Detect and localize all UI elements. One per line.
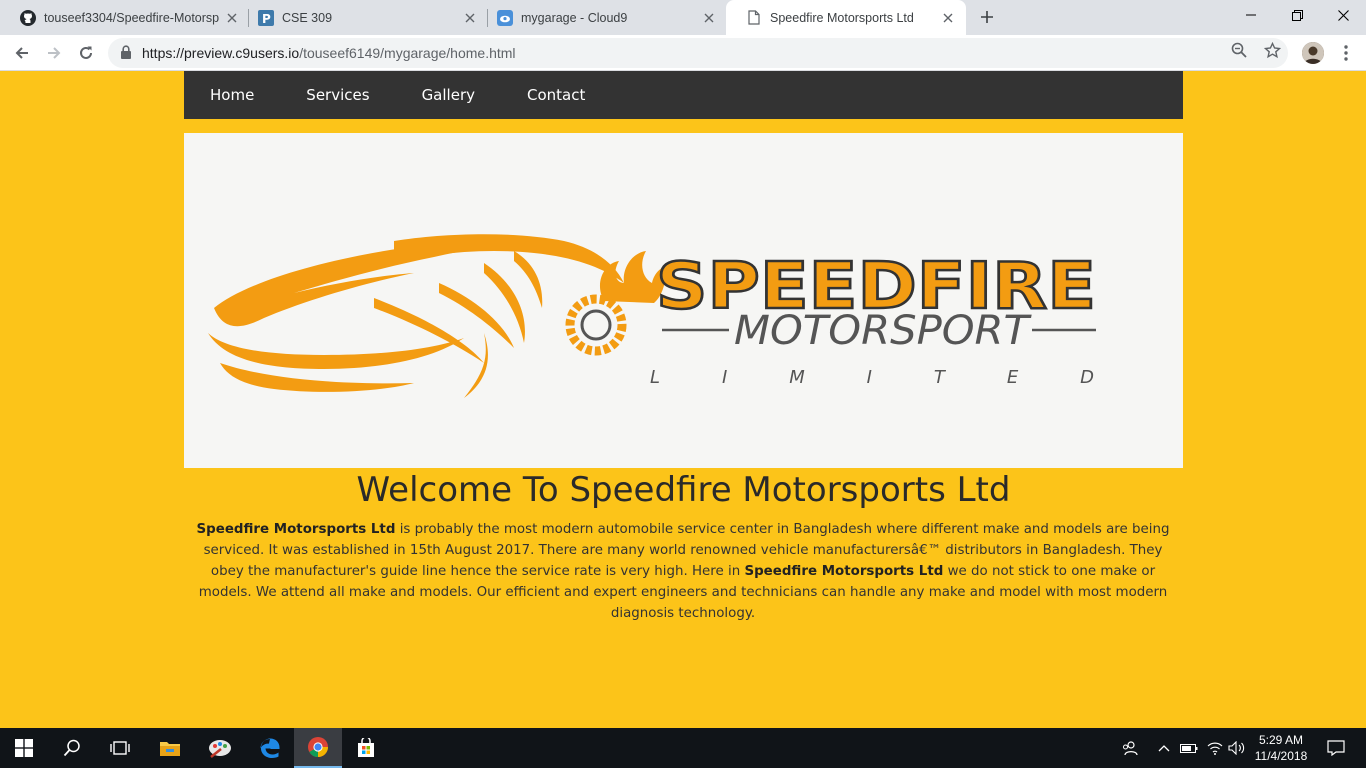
bookmark-star-icon[interactable]: [1262, 40, 1282, 60]
restore-button[interactable]: [1274, 0, 1320, 30]
store-icon[interactable]: [342, 728, 390, 768]
task-view-icon[interactable]: [96, 728, 144, 768]
close-window-button[interactable]: [1320, 0, 1366, 30]
wifi-icon[interactable]: [1204, 728, 1226, 768]
tab-cloud9[interactable]: mygarage - Cloud9: [477, 0, 727, 35]
tab-title: CSE 309: [282, 10, 333, 25]
system-clock[interactable]: 5:29 AM 11/4/2018: [1248, 732, 1314, 764]
reload-button[interactable]: [72, 39, 100, 67]
page-heading: Welcome To Speedfire Motorsports Ltd: [356, 470, 1011, 510]
address-bar[interactable]: https://preview.c9users.io/touseef6149/m…: [108, 38, 1288, 68]
tab-cse309[interactable]: P CSE 309: [238, 0, 488, 35]
svg-text:P: P: [262, 12, 271, 26]
start-button[interactable]: [0, 728, 48, 768]
file-explorer-icon[interactable]: [146, 728, 194, 768]
piazza-icon: P: [258, 9, 274, 26]
page-icon: [746, 10, 762, 26]
hero-logo-banner: SPEEDFIRE MOTORSPORT L I M I T E D: [184, 133, 1183, 468]
url-text: https://preview.c9users.io/touseef6149/m…: [142, 45, 516, 61]
tab-strip: touseef3304/Speedfire-Motorsp P CSE 309 …: [0, 0, 1366, 35]
close-tab-icon[interactable]: [462, 10, 478, 26]
battery-icon[interactable]: [1178, 728, 1200, 768]
site-navbar: Home Services Gallery Contact: [184, 71, 1183, 119]
back-button[interactable]: [8, 39, 36, 67]
nav-services-link[interactable]: Services: [280, 71, 395, 119]
clock-date: 11/4/2018: [1254, 749, 1308, 763]
edge-browser-icon[interactable]: [246, 728, 294, 768]
browser-menu-icon[interactable]: [1336, 41, 1356, 65]
logo-tagline-text: L I M I T E D: [650, 367, 1094, 388]
chevron-up-icon[interactable]: [1155, 728, 1173, 768]
brand-name-bold: Speedfire Motorsports Ltd: [196, 522, 396, 537]
nav-gallery-link[interactable]: Gallery: [396, 71, 501, 119]
forward-button[interactable]: [40, 39, 68, 67]
speedfire-logo: SPEEDFIRE MOTORSPORT L I M I T E D: [208, 234, 1097, 398]
volume-icon[interactable]: [1226, 728, 1248, 768]
logo-sub-text: MOTORSPORT: [734, 308, 1033, 354]
tab-speedfire[interactable]: Speedfire Motorsports Ltd: [726, 0, 966, 35]
intro-paragraph: Speedfire Motorsports Ltd is probably th…: [190, 519, 1176, 624]
tab-title: Speedfire Motorsports Ltd: [770, 10, 914, 25]
url-path: /touseef6149/mygarage/home.html: [299, 45, 516, 61]
new-tab-button[interactable]: [976, 6, 998, 28]
zoom-icon[interactable]: [1229, 40, 1249, 60]
brand-name-bold: Speedfire Motorsports Ltd: [744, 564, 944, 579]
action-center-icon[interactable]: [1318, 728, 1354, 768]
lock-icon[interactable]: [120, 45, 132, 64]
tab-github[interactable]: touseef3304/Speedfire-Motorsp: [0, 0, 250, 35]
tab-title: mygarage - Cloud9: [521, 10, 628, 25]
nav-contact-link[interactable]: Contact: [501, 71, 611, 119]
clock-time: 5:29 AM: [1258, 733, 1304, 747]
car-silhouette-icon: [208, 234, 624, 398]
url-host: https://preview.c9users.io: [142, 45, 300, 61]
tab-title: touseef3304/Speedfire-Motorsp: [44, 10, 220, 25]
search-icon[interactable]: [48, 728, 96, 768]
close-tab-icon[interactable]: [940, 10, 956, 26]
chrome-taskbar-icon[interactable]: [294, 728, 342, 768]
browser-toolbar: https://preview.c9users.io/touseef6149/m…: [0, 35, 1366, 71]
nav-home-link[interactable]: Home: [184, 71, 280, 119]
close-tab-icon[interactable]: [701, 10, 717, 26]
windows-taskbar: 5:29 AM 11/4/2018: [0, 728, 1366, 768]
minimize-button[interactable]: [1228, 0, 1274, 30]
cloud9-icon: [497, 9, 513, 26]
github-icon: [20, 9, 36, 26]
paint-app-icon[interactable]: [196, 728, 244, 768]
profile-avatar[interactable]: [1302, 42, 1324, 64]
people-icon[interactable]: [1118, 728, 1142, 768]
